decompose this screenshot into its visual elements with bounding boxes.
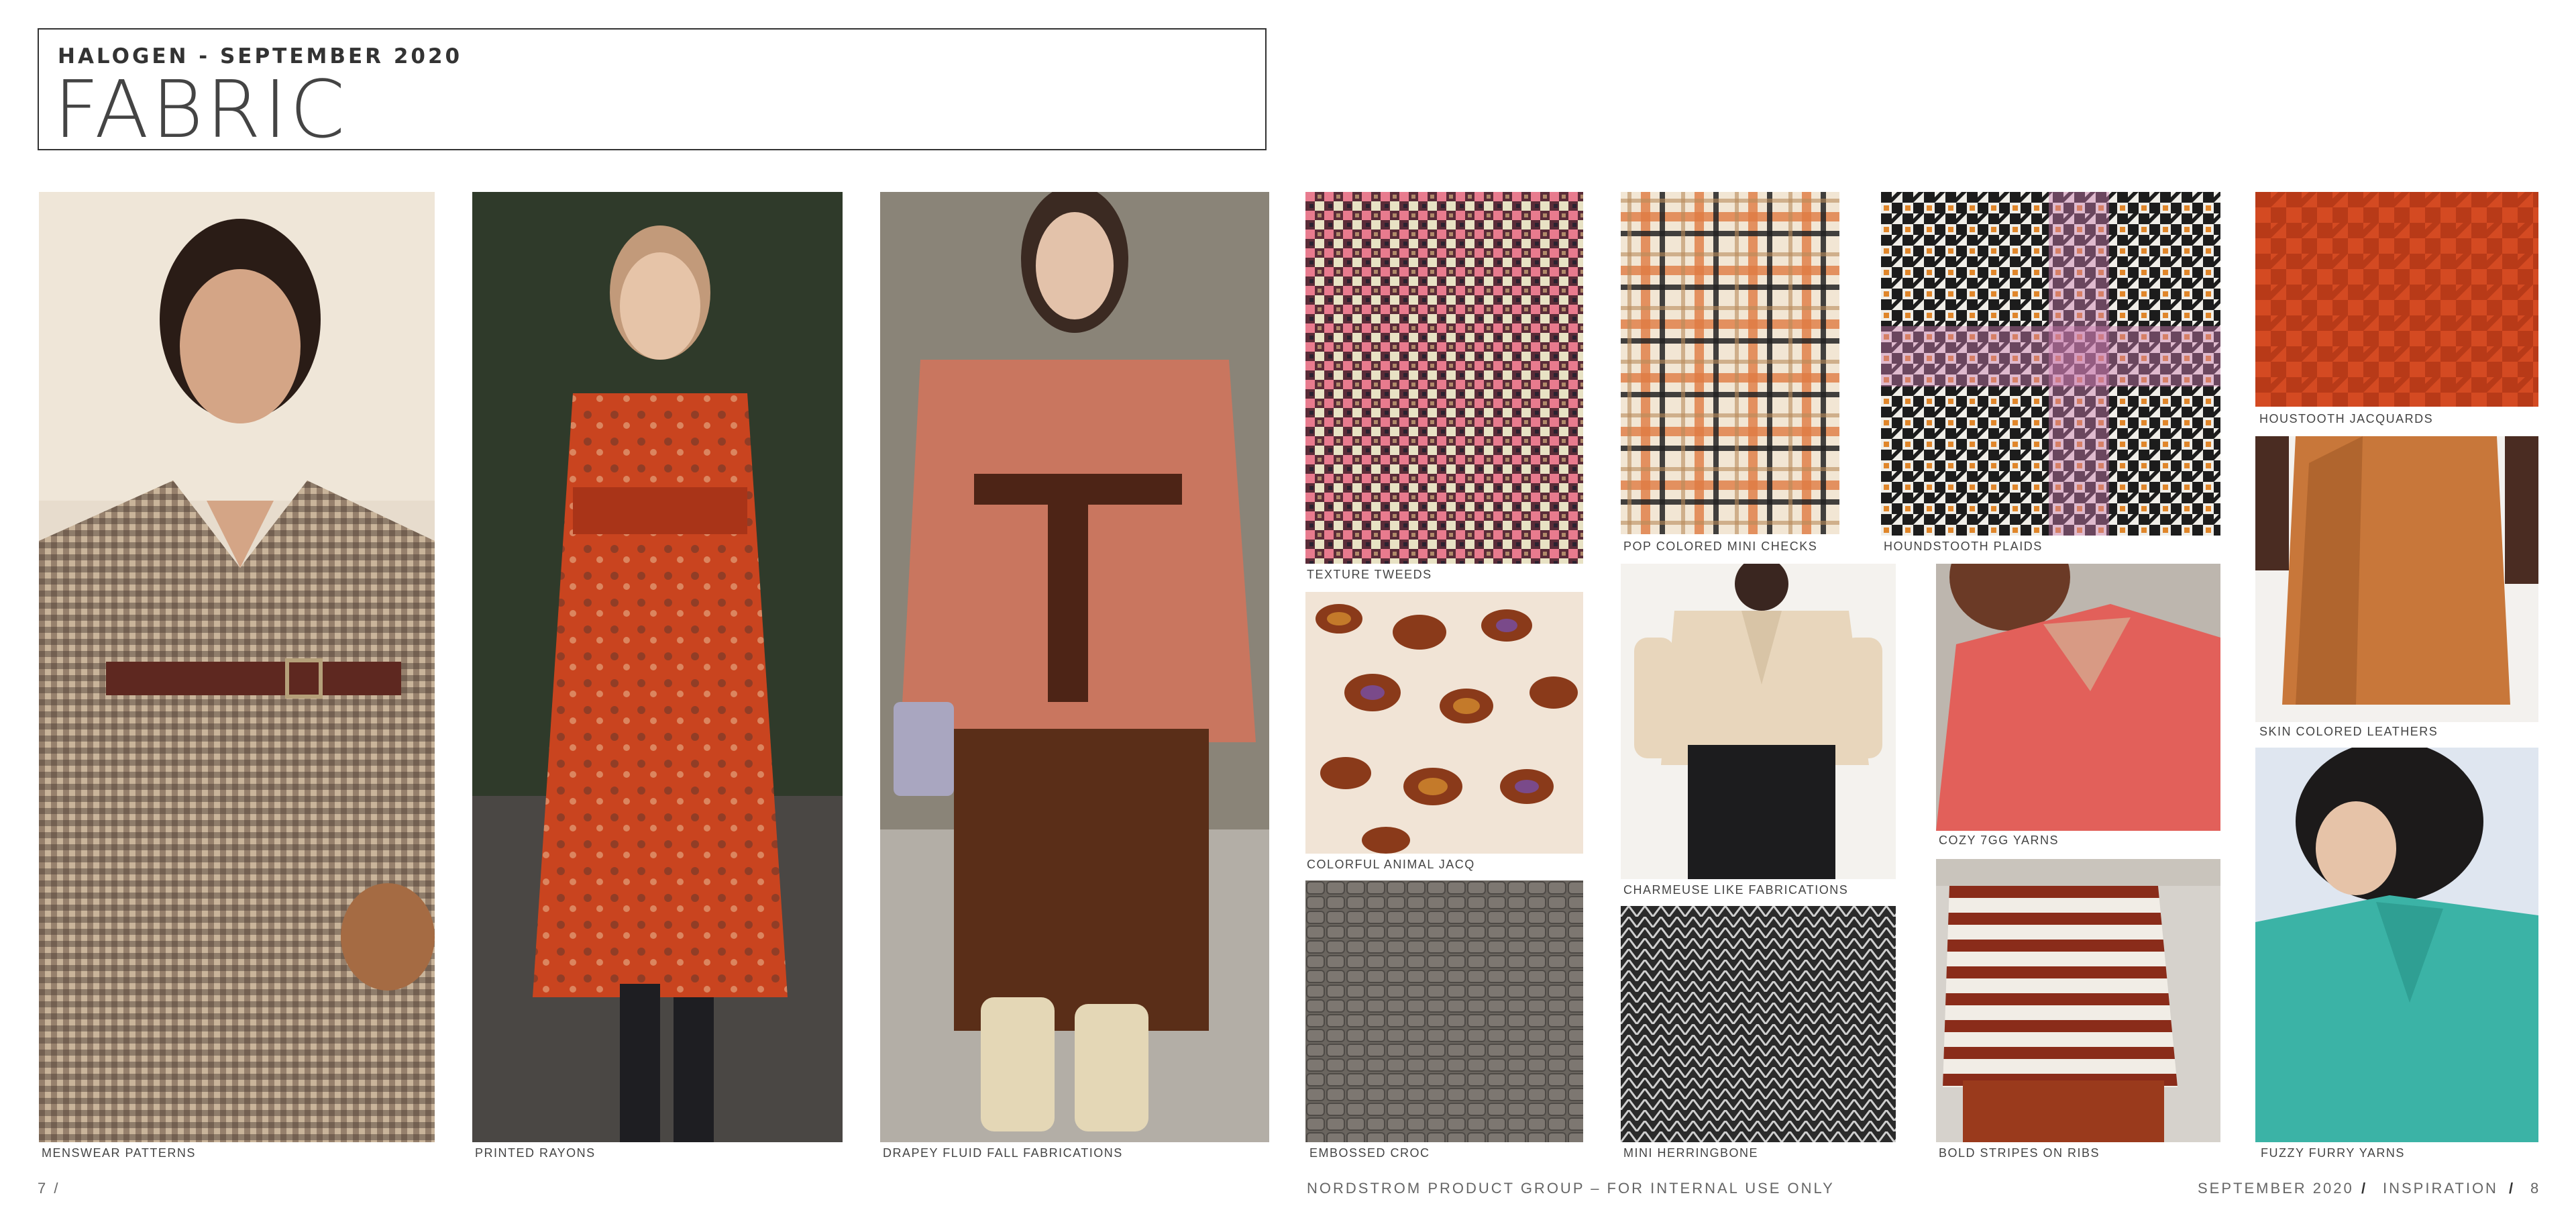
caption-fuzzy-furry-yarns: FUZZY FURRY YARNS (2261, 1146, 2405, 1160)
footer-internal-use-notice: NORDSTROM PRODUCT GROUP – FOR INTERNAL U… (1307, 1180, 1835, 1197)
houndstooth-plaids-image (1881, 192, 2220, 536)
caption-printed-rayons: PRINTED RAYONS (475, 1146, 596, 1160)
caption-colorful-animal-jacq: COLORFUL ANIMAL JACQ (1307, 858, 1475, 871)
footer-page-right: 8 (2530, 1180, 2541, 1197)
footer-separator: / (2361, 1180, 2368, 1197)
caption-houndstooth-plaids: HOUNDSTOOTH PLAIDS (1884, 540, 2043, 553)
bold-stripes-on-ribs-image (1936, 859, 2220, 1142)
charmeuse-like-fabrications-image (1621, 564, 1896, 879)
page-title: FABRIC (54, 63, 348, 156)
texture-tweeds-image (1305, 192, 1583, 564)
menswear-patterns-image (39, 192, 435, 1142)
caption-houstooth-jacquards: HOUSTOOTH JACQUARDS (2259, 412, 2434, 425)
caption-embossed-croc: EMBOSSED CROC (1309, 1146, 1430, 1160)
drapey-fluid-fabrications-image (880, 192, 1269, 1142)
caption-drapey-fluid-fabrications: DRAPEY FLUID FALL FABRICATIONS (883, 1146, 1123, 1160)
caption-mini-herringbone: MINI HERRINGBONE (1623, 1146, 1759, 1160)
fuzzy-furry-yarns-image (2255, 748, 2538, 1142)
footer-page-left: 7 / (38, 1180, 60, 1197)
caption-charmeuse-like-fabrications: CHARMEUSE LIKE FABRICATIONS (1623, 883, 1849, 897)
caption-pop-colored-mini-checks: POP COLORED MINI CHECKS (1623, 540, 1818, 553)
pop-colored-mini-checks-image (1621, 192, 1839, 534)
printed-rayons-image (472, 192, 843, 1142)
colorful-animal-jacq-image (1305, 592, 1583, 854)
embossed-croc-image (1305, 880, 1583, 1142)
caption-bold-stripes-on-ribs: BOLD STRIPES ON RIBS (1939, 1146, 2100, 1160)
houstooth-jacquards-image (2255, 192, 2538, 407)
mini-herringbone-image (1621, 906, 1896, 1142)
caption-texture-tweeds: TEXTURE TWEEDS (1307, 568, 1432, 581)
skin-colored-leathers-image (2255, 436, 2538, 722)
caption-skin-colored-leathers: SKIN COLORED LEATHERS (2259, 725, 2438, 738)
footer-separator: / (2509, 1180, 2516, 1197)
header-title-box: HALOGEN - SEPTEMBER 2020 FABRIC (38, 28, 1267, 150)
cozy-7gg-yarns-image (1936, 564, 2220, 831)
caption-menswear-patterns: MENSWEAR PATTERNS (42, 1146, 196, 1160)
caption-cozy-7gg-yarns: COZY 7GG YARNS (1939, 834, 2059, 847)
footer-date: SEPTEMBER 2020 (2198, 1180, 2354, 1197)
footer-section: INSPIRATION (2383, 1180, 2498, 1197)
